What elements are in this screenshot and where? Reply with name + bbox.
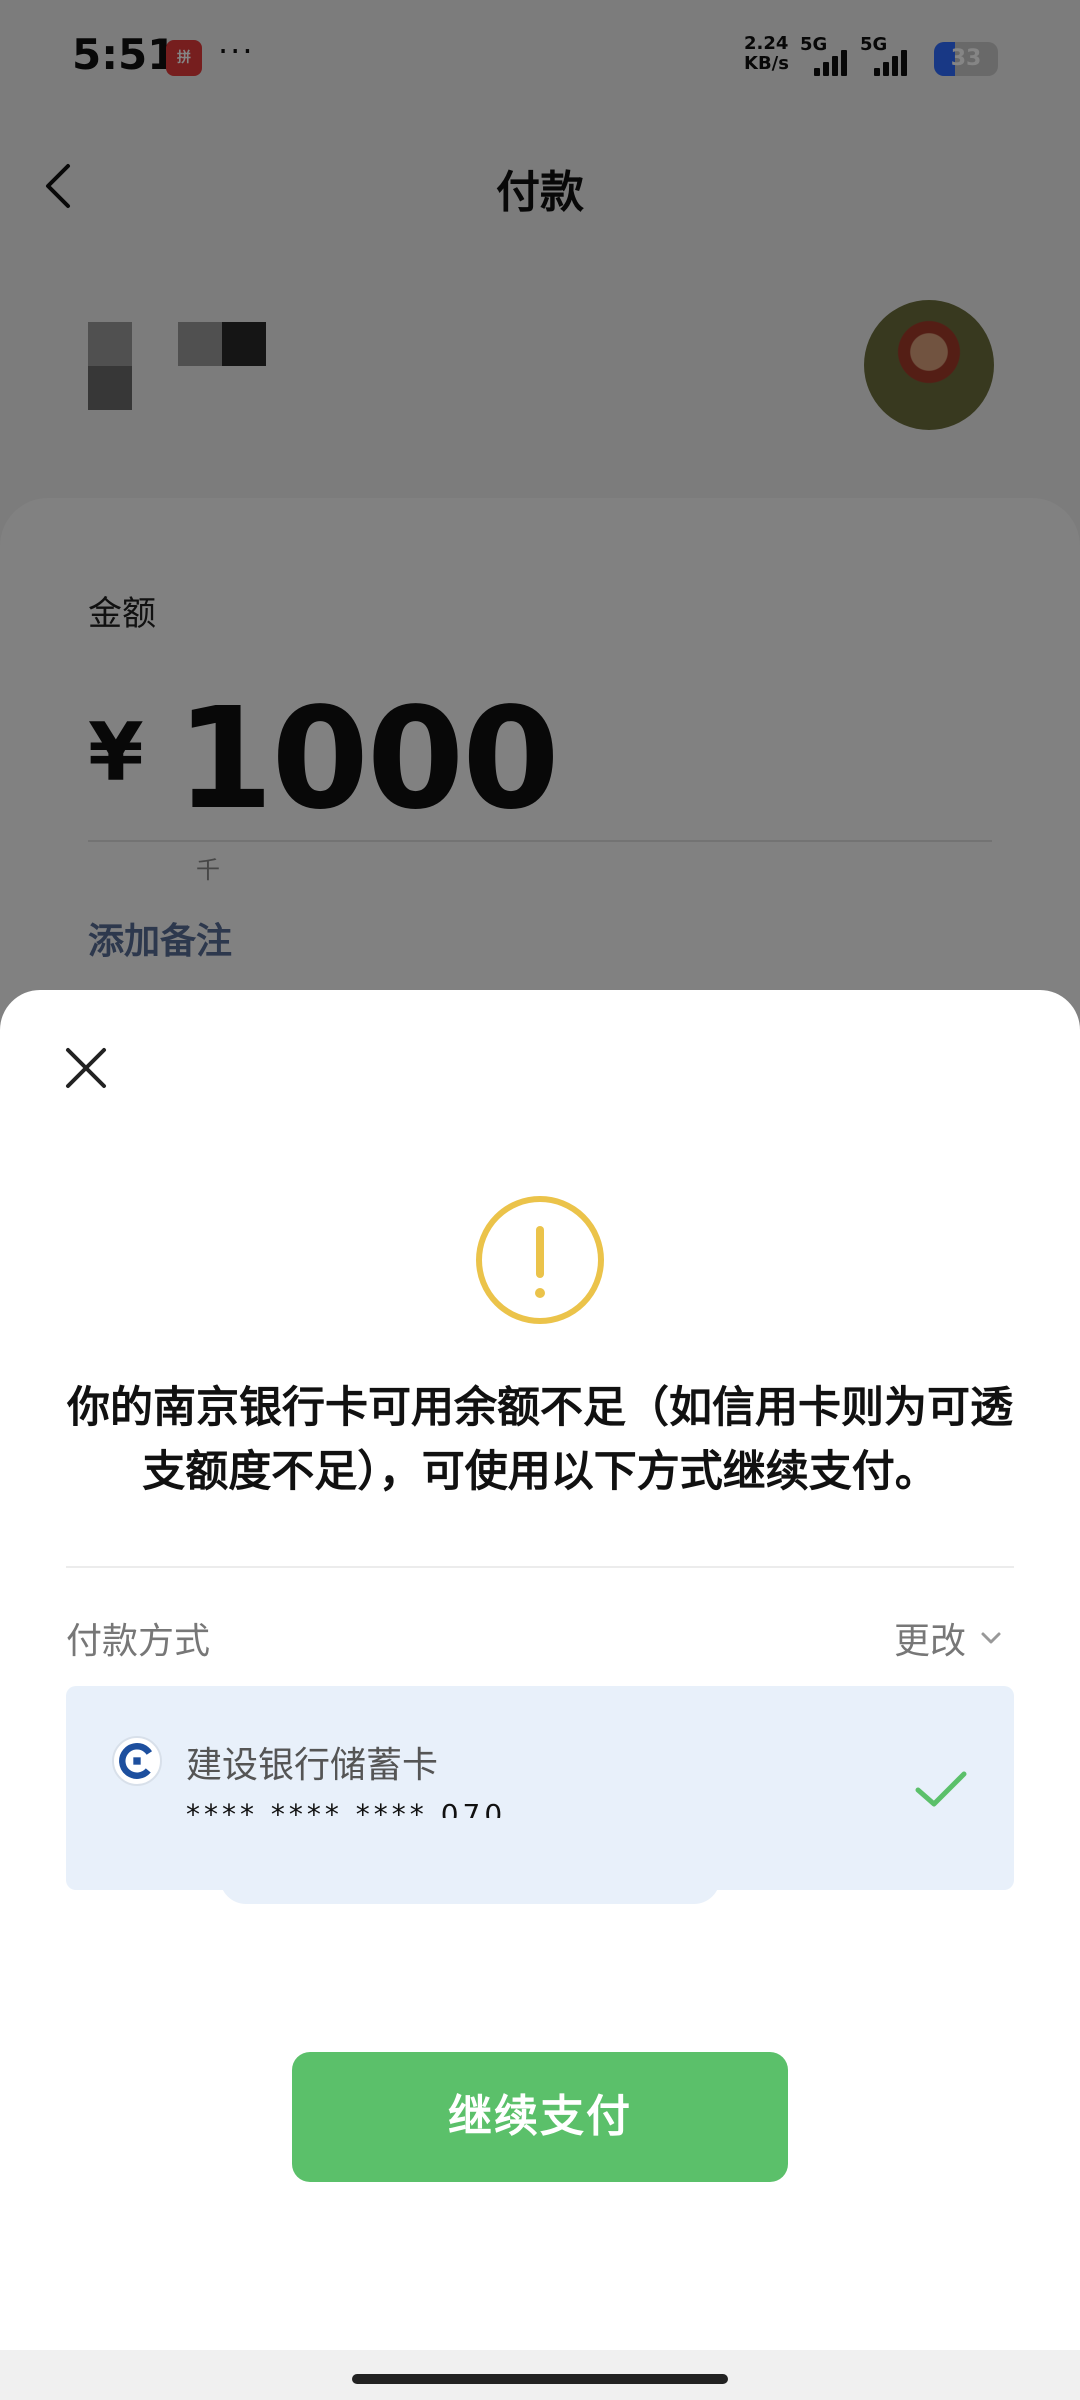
system-nav-area <box>0 2350 1080 2400</box>
payment-card-option[interactable]: 建设银行储蓄卡 **** **** **** 070 <box>66 1686 1014 1890</box>
exclamation-circle-icon <box>476 1196 604 1324</box>
divider <box>66 1566 1014 1568</box>
screen: 5:51 拼 ··· 2.24 KB/s 5G 5G 33 付款 金额 ¥ 10… <box>0 0 1080 2400</box>
home-indicator[interactable] <box>352 2374 728 2384</box>
close-icon[interactable] <box>58 1040 114 1096</box>
continue-payment-button[interactable]: 继续支付 <box>292 2052 788 2182</box>
change-label: 更改 <box>894 1621 967 1662</box>
ccb-bank-logo-icon <box>112 1736 162 1786</box>
chevron-down-icon <box>981 1632 1001 1644</box>
insufficient-balance-message: 你的南京银行卡可用余额不足（如信用卡则为可透支额度不足），可使用以下方式继续支付… <box>67 1383 1013 1497</box>
insufficient-balance-sheet: 你的南京银行卡可用余额不足（如信用卡则为可透支额度不足），可使用以下方式继续支付… <box>0 990 1080 2350</box>
payment-method-label: 付款方式 <box>66 1621 211 1662</box>
change-payment-method-button[interactable]: 更改 <box>894 1612 1004 1664</box>
checkmark-icon <box>915 1771 967 1807</box>
card-number: **** **** **** 070 <box>186 1798 507 1818</box>
bank-name: 建设银行储蓄卡 <box>186 1745 439 1786</box>
card-scroll-edge <box>220 1878 720 1904</box>
